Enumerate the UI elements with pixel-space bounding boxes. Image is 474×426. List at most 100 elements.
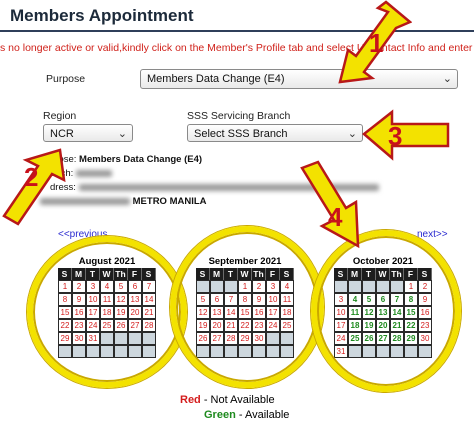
weekday-label: S xyxy=(280,268,294,280)
calendar-empty-cell xyxy=(128,332,142,345)
calendar-day: 1 xyxy=(58,280,72,293)
calendar-day: 27 xyxy=(128,319,142,332)
calendar-day: 30 xyxy=(72,332,86,345)
calendar-day: 23 xyxy=(72,319,86,332)
chevron-down-icon: ⌄ xyxy=(347,128,357,140)
weekday-label: T xyxy=(86,268,100,280)
calendar-day: 15 xyxy=(238,306,252,319)
weekday-label: Th xyxy=(252,268,266,280)
calendar-empty-cell xyxy=(72,345,86,358)
marker-number: 4 xyxy=(328,202,343,232)
calendar-day[interactable]: 25 xyxy=(348,332,362,345)
calendar-day[interactable]: 12 xyxy=(362,306,376,319)
calendar-day[interactable]: 29 xyxy=(404,332,418,345)
calendar-day: 4 xyxy=(100,280,114,293)
calendar-day[interactable]: 22 xyxy=(404,319,418,332)
calendar-empty-cell xyxy=(128,345,142,358)
calendar-empty-cell xyxy=(58,345,72,358)
branch-select-value: Select SSS Branch xyxy=(194,128,288,140)
calendar-day: 1 xyxy=(404,280,418,293)
calendar-day[interactable]: 8 xyxy=(404,293,418,306)
marker-number: 2 xyxy=(24,162,38,192)
calendar-day: 22 xyxy=(238,319,252,332)
calendar-day: 11 xyxy=(100,293,114,306)
region-select[interactable]: NCR ⌄ xyxy=(43,124,133,142)
calendar-day: 9 xyxy=(72,293,86,306)
weekday-label: Th xyxy=(390,268,404,280)
calendar-day: 16 xyxy=(252,306,266,319)
arrow-marker-3: 3 xyxy=(362,109,450,161)
calendar-day: 18 xyxy=(100,306,114,319)
arrow-icon xyxy=(362,109,450,161)
calendar-empty-cell xyxy=(196,280,210,293)
calendar-day[interactable]: 4 xyxy=(348,293,362,306)
region-label: Region xyxy=(43,110,77,122)
calendar-empty-cell xyxy=(362,345,376,358)
calendar-day: 11 xyxy=(280,293,294,306)
info-purpose-value: Members Data Change (E4) xyxy=(79,154,203,165)
calendar-day[interactable]: 27 xyxy=(376,332,390,345)
calendar-empty-cell xyxy=(100,332,114,345)
calendar-day: 17 xyxy=(86,306,100,319)
calendar-day: 22 xyxy=(58,319,72,332)
calendar-day: 14 xyxy=(142,293,156,306)
calendar-empty-cell xyxy=(114,332,128,345)
weekday-label: F xyxy=(266,268,280,280)
calendar-day: 15 xyxy=(58,306,72,319)
calendar-empty-cell xyxy=(142,332,156,345)
calendar-day[interactable]: 18 xyxy=(348,319,362,332)
calendar-empty-cell xyxy=(114,345,128,358)
calendar-day: 17 xyxy=(334,319,348,332)
branch-select[interactable]: Select SSS Branch ⌄ xyxy=(187,124,363,142)
calendar-empty-cell xyxy=(238,345,252,358)
calendar-day[interactable]: 15 xyxy=(404,306,418,319)
calendar-day[interactable]: 28 xyxy=(390,332,404,345)
calendar-day[interactable]: 11 xyxy=(348,306,362,319)
weekday-label: W xyxy=(376,268,390,280)
weekday-label: M xyxy=(210,268,224,280)
weekday-label: S xyxy=(196,268,210,280)
calendar-grid: 1 2 3 4 5 6 7 8 9 10 11 12 13 14 15 16 17 18 19 20 21 22 23 24 2… xyxy=(196,280,294,358)
branch-label: SSS Servicing Branch xyxy=(187,110,291,122)
legend-red-text: - Not Available xyxy=(200,394,275,406)
calendar-day[interactable]: 7 xyxy=(390,293,404,306)
weekday-header: S M T W Th F S xyxy=(58,268,156,280)
calendar-day: 7 xyxy=(224,293,238,306)
calendar-empty-cell xyxy=(86,345,100,358)
calendar-day: 6 xyxy=(128,280,142,293)
calendar-day[interactable]: 19 xyxy=(362,319,376,332)
weekday-label: T xyxy=(362,268,376,280)
arrow-marker-1: 1 xyxy=(338,0,412,84)
calendar-day: 1 xyxy=(238,280,252,293)
calendar-day: 26 xyxy=(196,332,210,345)
calendar-day: 20 xyxy=(210,319,224,332)
chevron-down-icon: ⌄ xyxy=(442,73,452,85)
region-select-value: NCR xyxy=(50,128,74,140)
calendar-day: 24 xyxy=(86,319,100,332)
calendar-day[interactable]: 13 xyxy=(376,306,390,319)
weekday-label: S xyxy=(334,268,348,280)
calendar-empty-cell xyxy=(280,332,294,345)
calendar-day[interactable]: 5 xyxy=(362,293,376,306)
calendar-day[interactable]: 6 xyxy=(376,293,390,306)
calendar-empty-cell xyxy=(210,280,224,293)
calendar-day: 3 xyxy=(86,280,100,293)
calendar-day[interactable]: 21 xyxy=(390,319,404,332)
calendar-empty-cell xyxy=(266,345,280,358)
calendar-day: 3 xyxy=(334,293,348,306)
calendar-empty-cell xyxy=(252,345,266,358)
calendar-day[interactable]: 26 xyxy=(362,332,376,345)
calendar-day: 21 xyxy=(142,306,156,319)
calendar-day: 29 xyxy=(58,332,72,345)
calendar-day: 13 xyxy=(210,306,224,319)
calendar-day[interactable]: 14 xyxy=(390,306,404,319)
calendar-day[interactable]: 20 xyxy=(376,319,390,332)
next-link[interactable]: next>> xyxy=(417,229,448,240)
calendar-day: 8 xyxy=(58,293,72,306)
previous-link[interactable]: <<previous xyxy=(58,229,107,240)
calendar-september: September 2021 S M T W Th F S 1 2 3 4 5 6 7 8 9 10 11 12 13 1… xyxy=(196,256,294,358)
calendar-day: 10 xyxy=(86,293,100,306)
legend-green-word: Green xyxy=(204,409,236,421)
calendar-empty-cell xyxy=(376,280,390,293)
legend-green-text: - Available xyxy=(235,409,290,421)
